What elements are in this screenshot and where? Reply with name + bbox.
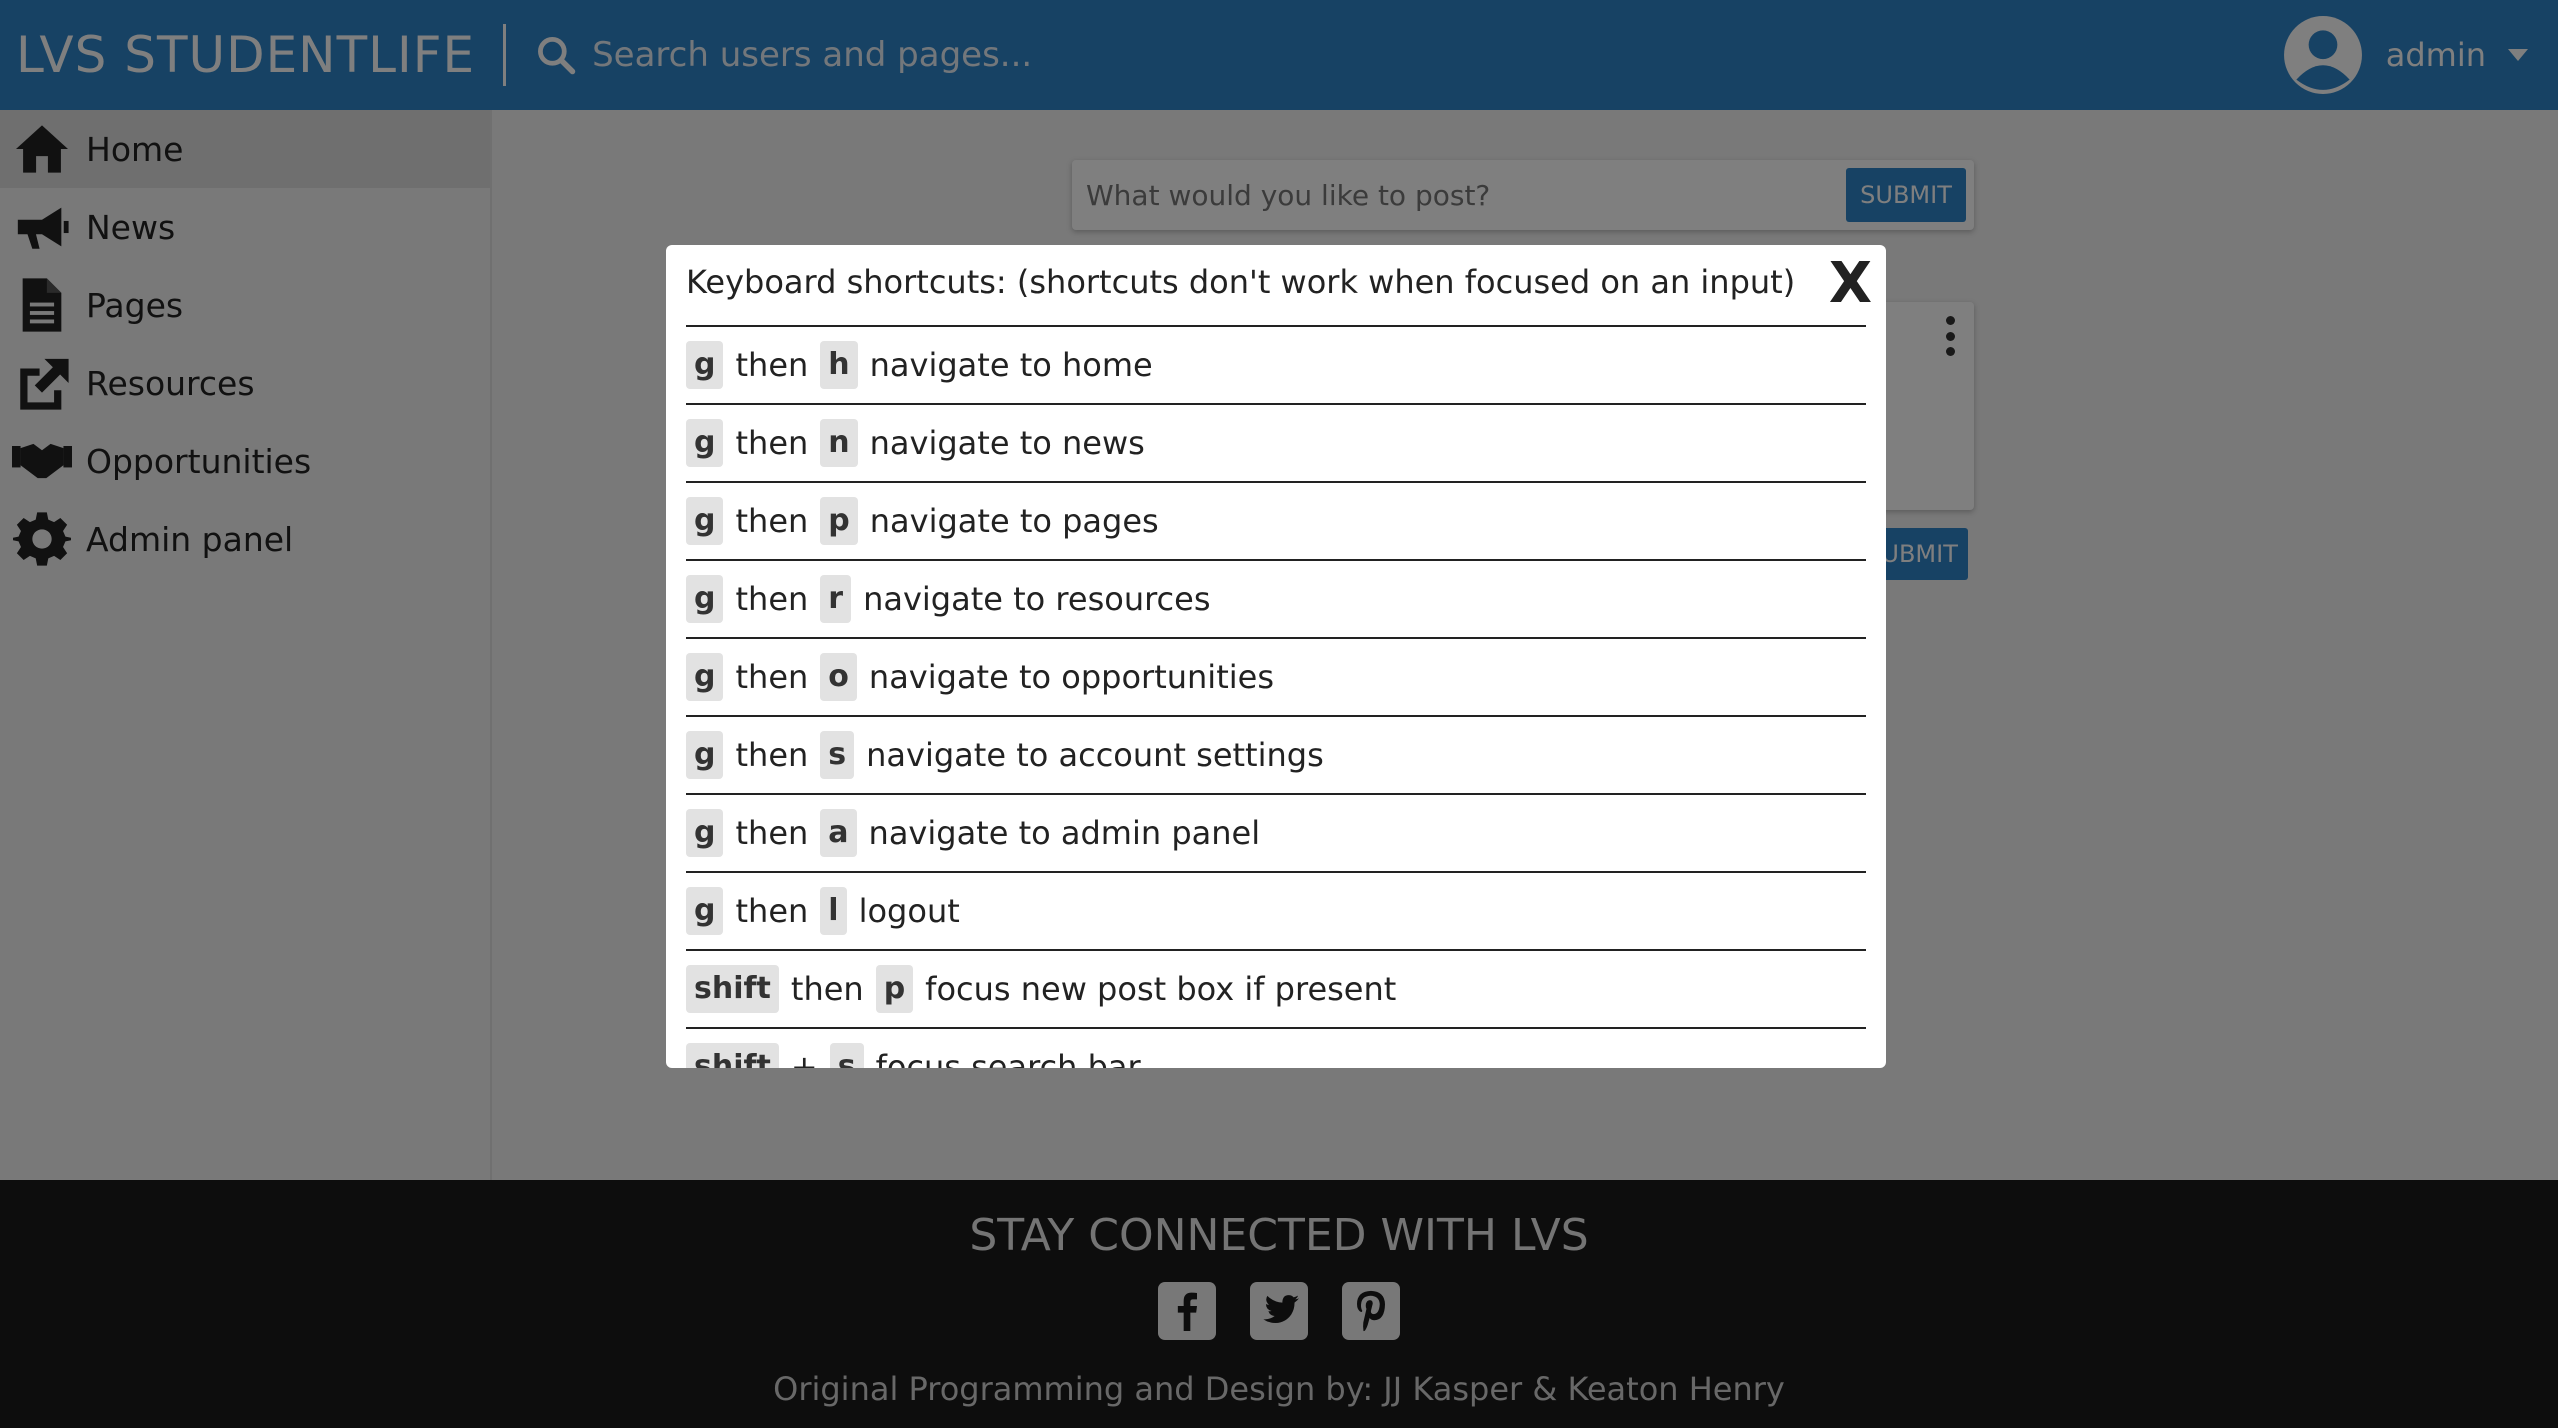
shortcut-key: p [820, 497, 858, 545]
shortcut-row: g then o navigate to opportunities [686, 637, 1866, 715]
shortcut-description: navigate to home [869, 346, 1153, 384]
shortcut-key: s [829, 1043, 864, 1068]
shortcut-description: navigate to admin panel [868, 814, 1261, 852]
shortcut-row: shift then p focus new post box if prese… [686, 949, 1866, 1027]
shortcut-row: g then p navigate to pages [686, 481, 1866, 559]
shortcut-row: g then n navigate to news [686, 403, 1866, 481]
shortcut-key: a [820, 809, 857, 857]
shortcut-row: g then a navigate to admin panel [686, 793, 1866, 871]
shortcut-row: g then h navigate to home [686, 325, 1866, 403]
shortcut-row: g then l logout [686, 871, 1866, 949]
shortcut-description: navigate to resources [863, 580, 1211, 618]
shortcut-separator: then [735, 892, 809, 930]
shortcut-separator: + [790, 1048, 818, 1068]
shortcut-key: o [820, 653, 857, 701]
shortcut-key: g [686, 653, 724, 701]
shortcut-key: h [820, 341, 858, 389]
shortcut-key: shift [686, 965, 779, 1013]
shortcut-separator: then [735, 346, 809, 384]
shortcut-separator: then [735, 736, 809, 774]
shortcut-description: focus new post box if present [925, 970, 1397, 1008]
shortcut-description: navigate to news [869, 424, 1145, 462]
shortcut-separator: then [735, 658, 809, 696]
shortcut-key: g [686, 341, 724, 389]
shortcut-key: g [686, 575, 724, 623]
shortcut-key: shift [686, 1043, 779, 1068]
shortcut-key: g [686, 497, 724, 545]
modal-title: Keyboard shortcuts: (shortcuts don't wor… [686, 263, 1796, 301]
shortcut-separator: then [735, 814, 809, 852]
shortcut-key: g [686, 809, 724, 857]
shortcut-description: navigate to pages [869, 502, 1159, 540]
shortcut-row: g then s navigate to account settings [686, 715, 1866, 793]
shortcut-key: g [686, 887, 724, 935]
shortcut-key: g [686, 419, 724, 467]
shortcut-separator: then [735, 502, 809, 540]
shortcut-separator: then [735, 424, 809, 462]
shortcut-description: navigate to account settings [866, 736, 1324, 774]
shortcut-row: shift + s focus search bar [686, 1027, 1866, 1068]
shortcut-key: g [686, 731, 724, 779]
shortcut-separator: then [790, 970, 864, 1008]
close-icon[interactable]: X [1829, 251, 1872, 316]
shortcut-list: g then h navigate to home g then n navig… [686, 325, 1866, 1068]
shortcut-description: navigate to opportunities [868, 658, 1274, 696]
shortcut-key: l [820, 887, 847, 935]
shortcut-separator: then [735, 580, 809, 618]
keyboard-shortcuts-modal: Keyboard shortcuts: (shortcuts don't wor… [666, 245, 1886, 1068]
shortcut-description: focus search bar [875, 1048, 1141, 1068]
shortcut-row: g then r navigate to resources [686, 559, 1866, 637]
shortcut-key: s [820, 731, 855, 779]
shortcut-key: n [820, 419, 858, 467]
shortcut-key: r [820, 575, 852, 623]
shortcut-description: logout [858, 892, 960, 930]
shortcut-key: p [875, 965, 914, 1013]
